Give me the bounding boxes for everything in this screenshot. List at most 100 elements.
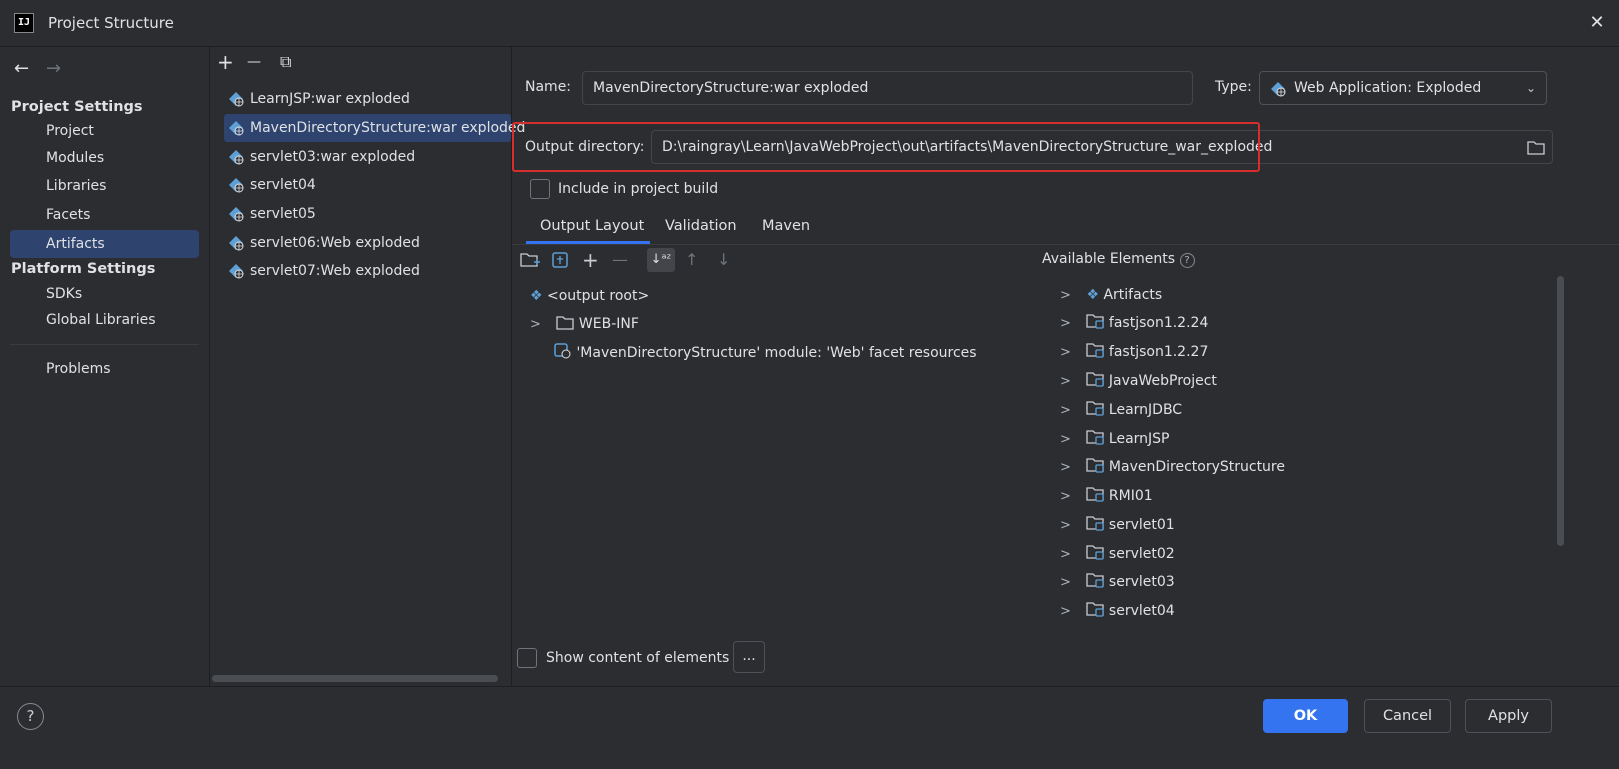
artifact-item[interactable]: servlet05 [224,200,511,228]
chevron-right-icon[interactable]: > [1060,397,1082,425]
remove-icon[interactable]: — [247,52,261,72]
artifact-item-selected[interactable]: MavenDirectoryStructure:war exploded [224,114,525,142]
available-element-label: servlet02 [1108,546,1175,562]
chevron-right-icon[interactable]: > [1060,541,1082,569]
nav-item-artifacts[interactable]: Artifacts [10,230,199,258]
name-field[interactable]: MavenDirectoryStructure:war exploded [582,71,1193,105]
module-folder-icon [1086,487,1105,502]
name-label: Name: [525,79,572,95]
chevron-right-icon[interactable]: > [1060,483,1082,511]
back-arrow-icon[interactable]: ← [14,58,29,79]
chevron-right-icon[interactable]: > [1060,598,1082,626]
nav-item-project[interactable]: Project [10,117,199,145]
web-artifact-icon [229,150,244,165]
available-elements-scrollbar[interactable] [1557,276,1564,546]
output-root-icon: ❖ [530,288,543,304]
available-element-row[interactable]: > RMI01 [1060,482,1153,510]
chevron-right-icon[interactable]: > [530,311,552,339]
type-select[interactable]: Web Application: Exploded ⌄ [1259,71,1547,105]
available-element-row[interactable]: > ❖ Artifacts [1060,281,1162,309]
available-element-row[interactable]: > fastjson1.2.24 [1060,309,1208,337]
cancel-button[interactable]: Cancel [1364,699,1451,733]
forward-arrow-icon[interactable]: → [46,58,61,79]
sort-elements-icon[interactable]: ↓ᵃᶻ [647,248,675,272]
available-elements-label: Available Elements ? [1042,251,1195,268]
chevron-right-icon[interactable]: > [1060,426,1082,454]
available-element-row[interactable]: > MavenDirectoryStructure [1060,453,1285,481]
chevron-right-icon[interactable]: > [1060,310,1082,338]
move-down-icon[interactable]: ↓ [717,250,730,270]
web-artifact-icon [229,264,244,279]
new-directory-icon[interactable] [520,251,540,269]
nav-divider [209,46,210,686]
web-artifact-icon [229,236,244,251]
artifact-label: MavenDirectoryStructure:war exploded [250,120,526,136]
chevron-right-icon[interactable]: > [1060,512,1082,540]
module-folder-icon [1086,602,1105,617]
help-icon[interactable]: ? [1179,253,1195,268]
copy-icon[interactable]: ⧉ [280,52,291,72]
layout-tree-row[interactable]: > WEB-INF [530,310,639,338]
artifact-item[interactable]: servlet07:Web exploded [224,257,511,285]
nav-item-modules[interactable]: Modules [10,144,199,172]
layout-tree-label: <output root> [547,288,650,304]
available-element-row[interactable]: > servlet01 [1060,511,1175,539]
window-title: Project Structure [48,14,174,32]
nav-separator [10,344,199,345]
available-element-row[interactable]: > servlet04 [1060,597,1175,625]
available-element-row[interactable]: > LearnJDBC [1060,396,1182,424]
module-folder-icon [1086,573,1105,588]
add-archive-icon[interactable] [551,251,569,269]
nav-item-sdks[interactable]: SDKs [10,280,199,308]
artifact-label: servlet04 [250,177,316,193]
artifact-item[interactable]: servlet03:war exploded [224,143,511,171]
available-element-row[interactable]: > fastjson1.2.27 [1060,338,1208,366]
chevron-right-icon[interactable]: > [1060,569,1082,597]
chevron-right-icon[interactable]: > [1060,282,1082,310]
nav-item-facets[interactable]: Facets [10,201,199,229]
layout-tree-row[interactable]: ❖ <output root> [530,282,649,310]
available-element-label: RMI01 [1108,488,1153,504]
available-element-label: Artifacts [1103,287,1163,303]
browse-folder-icon[interactable] [1527,140,1545,155]
chevron-right-icon[interactable]: > [1060,454,1082,482]
web-artifact-icon [229,207,244,222]
available-element-row[interactable]: > servlet02 [1060,540,1175,568]
available-element-row[interactable]: > servlet03 [1060,568,1175,596]
ok-button[interactable]: OK [1263,699,1348,733]
add-icon[interactable]: + [217,52,234,72]
available-element-row[interactable]: > JavaWebProject [1060,367,1217,395]
close-icon[interactable]: ✕ [1584,10,1610,36]
more-options-button[interactable]: ... [733,641,765,673]
apply-button[interactable]: Apply [1465,699,1552,733]
add-copy-icon[interactable]: + [582,250,599,270]
include-in-build-checkbox[interactable] [530,179,550,199]
title-divider [0,46,1619,47]
title-bar [0,0,1619,46]
artifact-item[interactable]: servlet06:Web exploded [224,229,511,257]
project-settings-header: Project Settings [11,99,143,115]
module-folder-icon [1086,516,1105,531]
web-artifact-icon [229,121,244,136]
available-element-label: fastjson1.2.27 [1108,344,1209,360]
nav-item-libraries[interactable]: Libraries [10,172,199,200]
module-folder-icon [1086,314,1105,329]
nav-item-problems[interactable]: Problems [10,355,199,383]
tab-validation[interactable]: Validation [665,218,737,244]
layout-tree-row[interactable]: 'MavenDirectoryStructure' module: 'Web' … [554,339,977,367]
help-button[interactable]: ? [17,703,44,730]
intellij-app-icon: IJ [14,13,34,33]
artifact-item[interactable]: LearnJSP:war exploded [224,85,511,113]
chevron-right-icon[interactable]: > [1060,339,1082,367]
artifact-list-scrollbar[interactable] [212,675,498,682]
available-element-row[interactable]: > LearnJSP [1060,425,1170,453]
nav-item-global-libraries[interactable]: Global Libraries [10,306,199,334]
remove-element-icon[interactable]: — [612,250,628,270]
artifact-item[interactable]: servlet04 [224,171,511,199]
show-content-checkbox[interactable] [517,648,537,668]
move-up-icon[interactable]: ↑ [685,250,698,270]
tab-maven[interactable]: Maven [762,218,810,244]
available-element-label: JavaWebProject [1108,373,1217,389]
chevron-right-icon[interactable]: > [1060,368,1082,396]
web-facet-icon [554,343,571,359]
